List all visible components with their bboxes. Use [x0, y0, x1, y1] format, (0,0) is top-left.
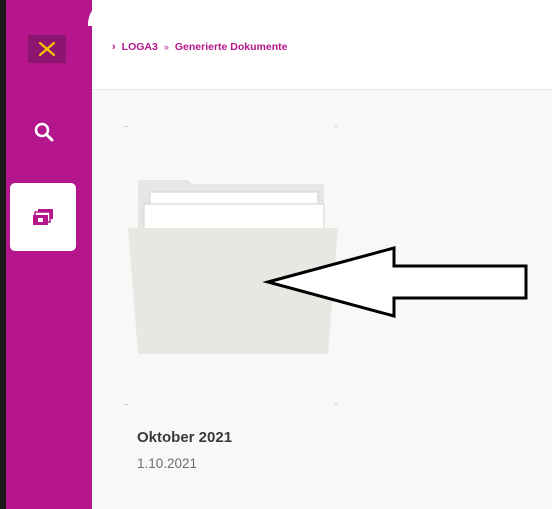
card-corner-mark	[334, 126, 338, 127]
sidebar-item-documents[interactable]	[10, 183, 76, 251]
card-corner-mark	[124, 404, 128, 405]
window-frame	[0, 0, 6, 509]
breadcrumb-current: Generierte Dokumente	[174, 41, 288, 53]
search-icon	[34, 122, 54, 142]
arrow-left-icon	[262, 246, 528, 318]
document-date: 1.10.2021	[137, 456, 198, 471]
breadcrumb-separator: »	[163, 42, 169, 52]
document-title[interactable]: Oktober 2021	[137, 429, 232, 446]
close-x-icon	[38, 41, 56, 57]
card-corner-mark	[124, 126, 128, 127]
chevron-right-icon: ›	[112, 41, 116, 53]
breadcrumb-root-link[interactable]: LOGA3	[122, 41, 158, 53]
search-button[interactable]	[22, 110, 66, 154]
documents-icon	[33, 209, 53, 225]
breadcrumb: › LOGA3 » Generierte Dokumente	[112, 40, 287, 54]
card-corner-mark	[334, 404, 338, 405]
menu-toggle-button[interactable]	[28, 35, 66, 63]
sidebar	[0, 0, 92, 509]
